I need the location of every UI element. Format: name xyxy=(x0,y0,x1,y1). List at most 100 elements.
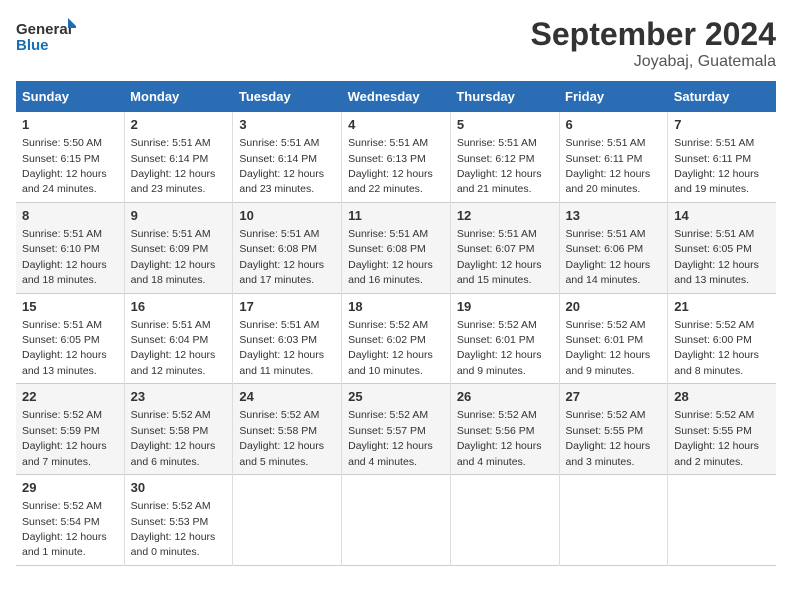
day-number: 24 xyxy=(239,388,335,406)
day-sunset: Sunset: 6:15 PM xyxy=(22,153,100,165)
header-row: SundayMondayTuesdayWednesdayThursdayFrid… xyxy=(16,81,776,112)
day-sunset: Sunset: 6:14 PM xyxy=(131,153,209,165)
day-daylight: Daylight: 12 hours xyxy=(457,259,542,271)
day-daylight-min: and 8 minutes. xyxy=(674,365,743,377)
day-sunrise: Sunrise: 5:51 AM xyxy=(239,137,319,149)
day-sunset: Sunset: 5:55 PM xyxy=(674,425,752,437)
day-number: 15 xyxy=(22,298,118,316)
day-daylight-min: and 18 minutes. xyxy=(131,274,206,286)
day-sunset: Sunset: 6:12 PM xyxy=(457,153,535,165)
day-number: 23 xyxy=(131,388,227,406)
day-sunrise: Sunrise: 5:52 AM xyxy=(674,319,754,331)
day-sunrise: Sunrise: 5:51 AM xyxy=(22,319,102,331)
day-sunset: Sunset: 6:02 PM xyxy=(348,334,426,346)
day-daylight: Daylight: 12 hours xyxy=(457,168,542,180)
day-cell: 22Sunrise: 5:52 AMSunset: 5:59 PMDayligh… xyxy=(16,384,124,475)
day-cell: 15Sunrise: 5:51 AMSunset: 6:05 PMDayligh… xyxy=(16,293,124,384)
day-sunset: Sunset: 6:14 PM xyxy=(239,153,317,165)
day-daylight: Daylight: 12 hours xyxy=(131,168,216,180)
day-daylight: Daylight: 12 hours xyxy=(22,440,107,452)
day-number: 16 xyxy=(131,298,227,316)
day-sunset: Sunset: 6:10 PM xyxy=(22,243,100,255)
day-number: 14 xyxy=(674,207,770,225)
day-sunset: Sunset: 6:09 PM xyxy=(131,243,209,255)
day-number: 26 xyxy=(457,388,553,406)
day-daylight: Daylight: 12 hours xyxy=(674,440,759,452)
title-block: September 2024 Joyabaj, Guatemala xyxy=(531,16,776,71)
col-header-thursday: Thursday xyxy=(450,81,559,112)
day-daylight-min: and 14 minutes. xyxy=(566,274,641,286)
day-number: 3 xyxy=(239,116,335,134)
day-daylight: Daylight: 12 hours xyxy=(239,440,324,452)
day-cell: 25Sunrise: 5:52 AMSunset: 5:57 PMDayligh… xyxy=(342,384,451,475)
day-number: 12 xyxy=(457,207,553,225)
day-cell: 24Sunrise: 5:52 AMSunset: 5:58 PMDayligh… xyxy=(233,384,342,475)
day-cell: 30Sunrise: 5:52 AMSunset: 5:53 PMDayligh… xyxy=(124,475,233,566)
day-sunset: Sunset: 6:06 PM xyxy=(566,243,644,255)
day-daylight-min: and 3 minutes. xyxy=(566,456,635,468)
svg-text:General: General xyxy=(16,21,72,38)
day-sunset: Sunset: 6:08 PM xyxy=(348,243,426,255)
day-daylight: Daylight: 12 hours xyxy=(239,259,324,271)
day-daylight: Daylight: 12 hours xyxy=(22,259,107,271)
day-number: 20 xyxy=(566,298,662,316)
day-sunrise: Sunrise: 5:52 AM xyxy=(131,409,211,421)
col-header-sunday: Sunday xyxy=(16,81,124,112)
day-daylight-min: and 9 minutes. xyxy=(566,365,635,377)
day-sunrise: Sunrise: 5:51 AM xyxy=(131,319,211,331)
day-number: 11 xyxy=(348,207,444,225)
location: Joyabaj, Guatemala xyxy=(531,53,776,71)
day-cell: 14Sunrise: 5:51 AMSunset: 6:05 PMDayligh… xyxy=(668,202,776,293)
day-daylight-min: and 19 minutes. xyxy=(674,183,749,195)
day-number: 17 xyxy=(239,298,335,316)
day-number: 22 xyxy=(22,388,118,406)
day-sunrise: Sunrise: 5:51 AM xyxy=(457,137,537,149)
day-cell: 2Sunrise: 5:51 AMSunset: 6:14 PMDaylight… xyxy=(124,112,233,202)
day-cell xyxy=(233,475,342,566)
day-number: 7 xyxy=(674,116,770,134)
day-sunrise: Sunrise: 5:52 AM xyxy=(457,319,537,331)
day-cell: 16Sunrise: 5:51 AMSunset: 6:04 PMDayligh… xyxy=(124,293,233,384)
day-daylight: Daylight: 12 hours xyxy=(131,440,216,452)
day-number: 10 xyxy=(239,207,335,225)
day-cell: 19Sunrise: 5:52 AMSunset: 6:01 PMDayligh… xyxy=(450,293,559,384)
day-sunset: Sunset: 6:01 PM xyxy=(566,334,644,346)
day-cell: 23Sunrise: 5:52 AMSunset: 5:58 PMDayligh… xyxy=(124,384,233,475)
day-sunrise: Sunrise: 5:51 AM xyxy=(348,228,428,240)
day-number: 21 xyxy=(674,298,770,316)
day-daylight: Daylight: 12 hours xyxy=(22,531,107,543)
day-sunset: Sunset: 5:58 PM xyxy=(239,425,317,437)
day-sunrise: Sunrise: 5:52 AM xyxy=(22,409,102,421)
day-number: 13 xyxy=(566,207,662,225)
day-daylight-min: and 11 minutes. xyxy=(239,365,313,377)
logo-svg: General Blue xyxy=(16,16,76,60)
day-daylight: Daylight: 12 hours xyxy=(348,349,433,361)
day-sunset: Sunset: 6:04 PM xyxy=(131,334,209,346)
day-daylight-min: and 10 minutes. xyxy=(348,365,423,377)
day-sunset: Sunset: 5:56 PM xyxy=(457,425,535,437)
day-daylight: Daylight: 12 hours xyxy=(348,168,433,180)
day-sunrise: Sunrise: 5:51 AM xyxy=(22,228,102,240)
day-daylight-min: and 23 minutes. xyxy=(131,183,206,195)
day-sunrise: Sunrise: 5:51 AM xyxy=(566,228,646,240)
day-daylight-min: and 20 minutes. xyxy=(566,183,641,195)
day-number: 28 xyxy=(674,388,770,406)
day-sunrise: Sunrise: 5:52 AM xyxy=(566,409,646,421)
day-cell: 10Sunrise: 5:51 AMSunset: 6:08 PMDayligh… xyxy=(233,202,342,293)
day-cell: 21Sunrise: 5:52 AMSunset: 6:00 PMDayligh… xyxy=(668,293,776,384)
page-header: General Blue September 2024 Joyabaj, Gua… xyxy=(16,16,776,71)
day-daylight: Daylight: 12 hours xyxy=(22,168,107,180)
day-sunrise: Sunrise: 5:51 AM xyxy=(239,228,319,240)
col-header-wednesday: Wednesday xyxy=(342,81,451,112)
day-sunrise: Sunrise: 5:51 AM xyxy=(348,137,428,149)
day-cell: 26Sunrise: 5:52 AMSunset: 5:56 PMDayligh… xyxy=(450,384,559,475)
day-daylight: Daylight: 12 hours xyxy=(674,168,759,180)
day-daylight-min: and 1 minute. xyxy=(22,546,86,558)
day-sunset: Sunset: 6:05 PM xyxy=(22,334,100,346)
day-sunrise: Sunrise: 5:51 AM xyxy=(131,228,211,240)
day-daylight: Daylight: 12 hours xyxy=(566,259,651,271)
day-cell: 7Sunrise: 5:51 AMSunset: 6:11 PMDaylight… xyxy=(668,112,776,202)
day-cell: 4Sunrise: 5:51 AMSunset: 6:13 PMDaylight… xyxy=(342,112,451,202)
day-number: 4 xyxy=(348,116,444,134)
day-cell: 9Sunrise: 5:51 AMSunset: 6:09 PMDaylight… xyxy=(124,202,233,293)
